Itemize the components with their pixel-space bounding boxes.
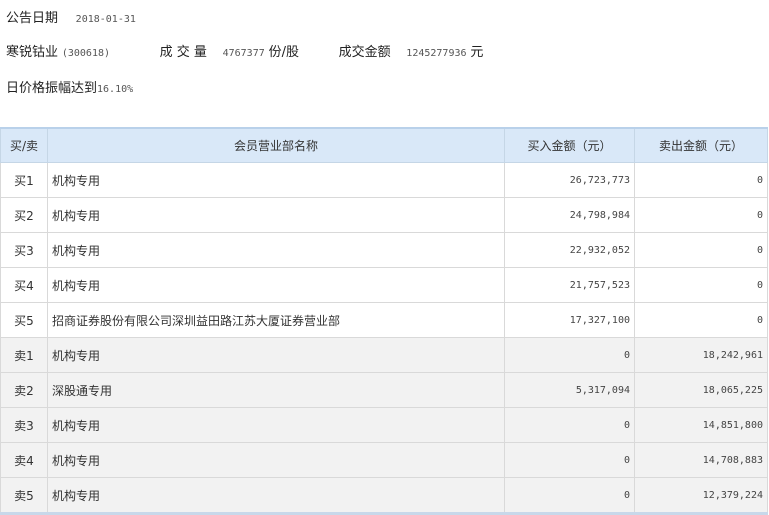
table-row: 买5 招商证券股份有限公司深圳益田路江苏大厦证券营业部 17,327,100 0	[0, 302, 768, 338]
table-row: 卖2 深股通专用 5,317,094 18,065,225	[0, 372, 768, 408]
cell-type: 买4	[0, 267, 48, 303]
table-row: 买4 机构专用 21,757,523 0	[0, 267, 768, 303]
cell-type: 买1	[0, 162, 48, 198]
table-row: 买3 机构专用 22,932,052 0	[0, 232, 768, 268]
table-row: 买1 机构专用 26,723,773 0	[0, 162, 768, 198]
table-header-row: 买/卖 会员营业部名称 买入金额（元） 卖出金额（元）	[0, 127, 768, 163]
cell-member-name: 机构专用	[47, 477, 505, 515]
cell-sell-amount: 14,708,883	[634, 442, 768, 478]
cell-type: 买2	[0, 197, 48, 233]
cell-buy-amount: 22,932,052	[504, 232, 635, 268]
cell-member-name: 机构专用	[47, 442, 505, 478]
cell-member-name: 机构专用	[47, 267, 505, 303]
cell-sell-amount: 18,242,961	[634, 337, 768, 373]
cell-sell-amount: 0	[634, 197, 768, 233]
cell-buy-amount: 0	[504, 407, 635, 443]
column-header-sell-amount: 卖出金额（元）	[634, 127, 768, 163]
cell-buy-amount: 5,317,094	[504, 372, 635, 408]
volume-label: 成 交 量	[159, 45, 207, 60]
stock-name: 寒锐钴业	[6, 45, 59, 60]
cell-sell-amount: 0	[634, 267, 768, 303]
cell-buy-amount: 24,798,984	[504, 197, 635, 233]
reason-line: 日价格振幅达到16.10%	[6, 77, 133, 96]
cell-buy-amount: 0	[504, 442, 635, 478]
cell-sell-amount: 0	[634, 302, 768, 338]
amount-label: 成交金额	[338, 45, 391, 60]
cell-sell-amount: 0	[634, 232, 768, 268]
cell-sell-amount: 14,851,800	[634, 407, 768, 443]
amount-value: 1245277936	[406, 48, 467, 59]
amount-unit: 元	[470, 45, 484, 60]
cell-buy-amount: 26,723,773	[504, 162, 635, 198]
table-row: 卖5 机构专用 0 12,379,224	[0, 477, 768, 515]
table-row: 买2 机构专用 24,798,984 0	[0, 197, 768, 233]
column-header-type: 买/卖	[0, 127, 48, 163]
cell-sell-amount: 12,379,224	[634, 477, 768, 515]
column-header-member-name: 会员营业部名称	[47, 127, 505, 163]
cell-buy-amount: 0	[504, 477, 635, 515]
cell-member-name: 机构专用	[47, 162, 505, 198]
cell-buy-amount: 0	[504, 337, 635, 373]
cell-type: 卖2	[0, 372, 48, 408]
cell-buy-amount: 21,757,523	[504, 267, 635, 303]
volume-value: 4767377	[222, 48, 265, 59]
table-row: 卖4 机构专用 0 14,708,883	[0, 442, 768, 478]
cell-sell-amount: 0	[634, 162, 768, 198]
cell-type: 卖3	[0, 407, 48, 443]
reason-value: 16.10%	[97, 84, 134, 95]
cell-sell-amount: 18,065,225	[634, 372, 768, 408]
date-value: 2018-01-31	[75, 14, 136, 25]
column-header-buy-amount: 买入金额（元）	[504, 127, 635, 163]
announcement-date-line: 公告日期 2018-01-31	[6, 7, 136, 26]
cell-member-name: 招商证券股份有限公司深圳益田路江苏大厦证券营业部	[47, 302, 505, 338]
cell-member-name: 机构专用	[47, 337, 505, 373]
cell-member-name: 深股通专用	[47, 372, 505, 408]
cell-type: 卖1	[0, 337, 48, 373]
table-row: 卖1 机构专用 0 18,242,961	[0, 337, 768, 373]
stock-info-line: 寒锐钴业 (300618) 成 交 量 4767377 份/股 成交金额 124…	[6, 41, 483, 60]
cell-type: 买5	[0, 302, 48, 338]
cell-type: 买3	[0, 232, 48, 268]
date-label: 公告日期	[6, 11, 59, 26]
table-row: 卖3 机构专用 0 14,851,800	[0, 407, 768, 443]
cell-type: 卖5	[0, 477, 48, 515]
volume-unit: 份/股	[268, 45, 299, 60]
cell-member-name: 机构专用	[47, 232, 505, 268]
cell-member-name: 机构专用	[47, 407, 505, 443]
cell-member-name: 机构专用	[47, 197, 505, 233]
cell-buy-amount: 17,327,100	[504, 302, 635, 338]
cell-type: 卖4	[0, 442, 48, 478]
reason-text: 日价格振幅达到	[6, 81, 98, 96]
trading-seats-table: 买/卖 会员营业部名称 买入金额（元） 卖出金额（元） 买1 机构专用 26,723…	[0, 127, 768, 515]
stock-code: (300618)	[61, 48, 111, 59]
